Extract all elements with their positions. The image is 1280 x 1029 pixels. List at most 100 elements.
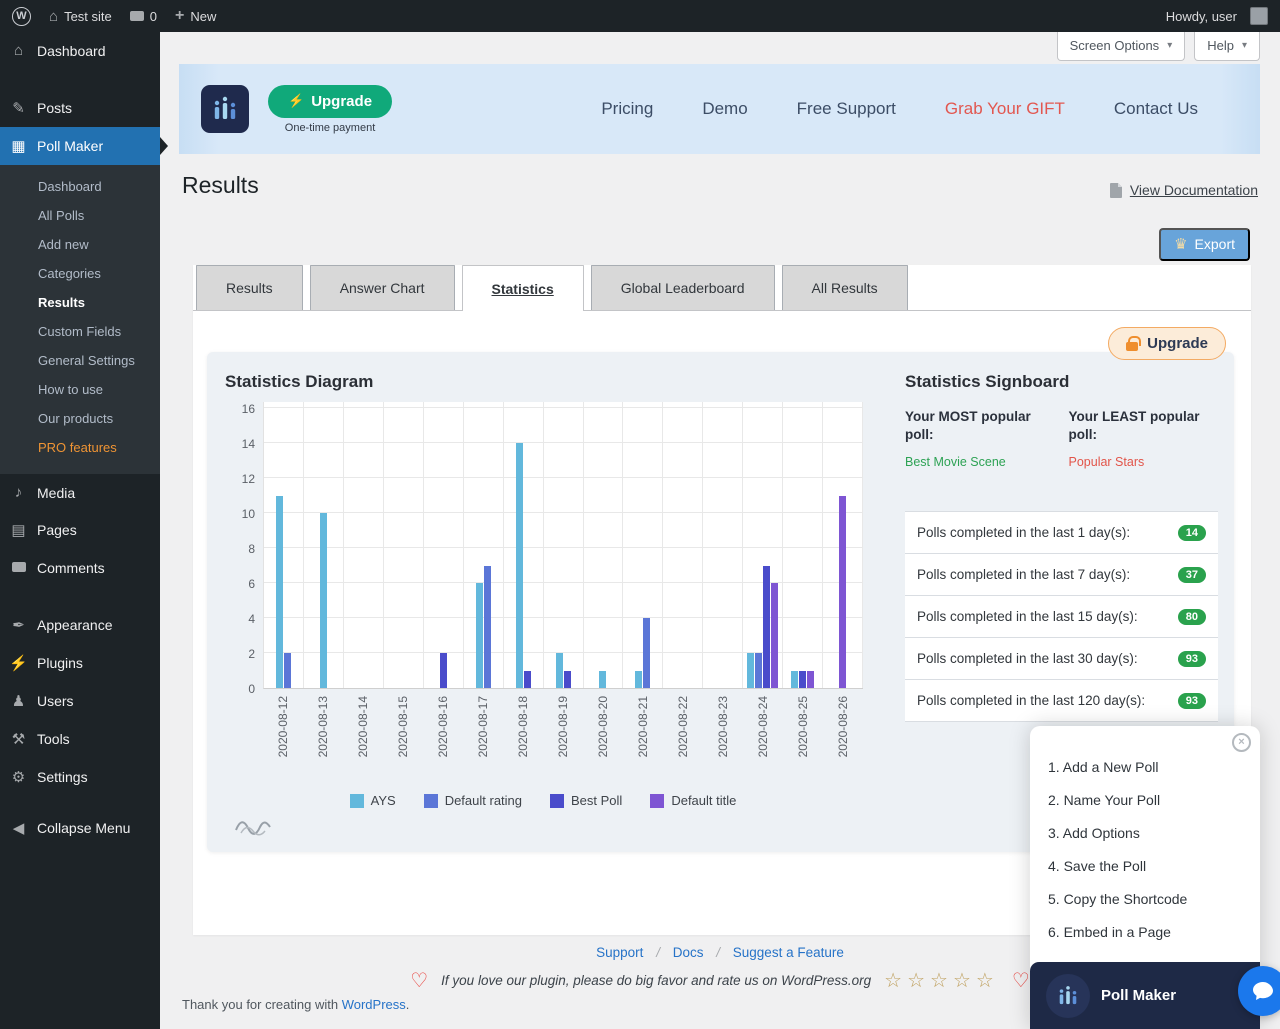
legend-item[interactable]: AYS bbox=[350, 793, 396, 808]
legend-item[interactable]: Default title bbox=[650, 793, 736, 808]
count-badge: 93 bbox=[1178, 693, 1206, 709]
submenu-item-how-to-use[interactable]: How to use bbox=[0, 375, 160, 404]
nav-link-grab-your-gift[interactable]: Grab Your GIFT bbox=[945, 99, 1065, 119]
least-popular-label: Your LEAST popular poll: bbox=[1069, 408, 1219, 443]
guide-step[interactable]: 1. Add a New Poll bbox=[1048, 751, 1260, 784]
sidebar-item-tools[interactable]: ⚒ Tools bbox=[0, 720, 160, 758]
submenu-item-all-polls[interactable]: All Polls bbox=[0, 201, 160, 230]
chart-bar bbox=[763, 566, 770, 689]
chart-bar bbox=[556, 653, 563, 688]
guide-step[interactable]: 5. Copy the Shortcode bbox=[1048, 883, 1260, 916]
chart-bar bbox=[643, 618, 650, 688]
chart-bar bbox=[599, 671, 606, 689]
users-icon: ♟ bbox=[9, 692, 28, 710]
sidebar-item-media[interactable]: ♪ Media bbox=[0, 474, 160, 511]
x-axis-label: 2020-08-16 bbox=[436, 696, 450, 757]
poll-maker-icon: ▦ bbox=[9, 137, 28, 155]
guide-step[interactable]: 2. Name Your Poll bbox=[1048, 784, 1260, 817]
submenu-item-results[interactable]: Results bbox=[0, 288, 160, 317]
sidebar-item-appearance[interactable]: ✒ Appearance bbox=[0, 606, 160, 644]
sidebar-item-posts[interactable]: ✎ Posts bbox=[0, 89, 160, 127]
wordpress-link[interactable]: WordPress bbox=[342, 997, 406, 1012]
sidebar-item-users[interactable]: ♟ Users bbox=[0, 682, 160, 720]
chart-slots bbox=[264, 402, 863, 688]
x-axis-label: 2020-08-25 bbox=[796, 696, 810, 757]
y-axis-label: 14 bbox=[242, 437, 255, 451]
nav-link-contact-us[interactable]: Contact Us bbox=[1114, 99, 1198, 119]
poll-maker-logo-icon bbox=[201, 85, 249, 133]
submenu-item-categories[interactable]: Categories bbox=[0, 259, 160, 288]
most-popular-label: Your MOST popular poll: bbox=[905, 408, 1055, 443]
nav-link-demo[interactable]: Demo bbox=[702, 99, 747, 119]
chart-bar bbox=[747, 653, 754, 688]
tab-statistics[interactable]: Statistics bbox=[462, 265, 584, 311]
x-axis-label: 2020-08-21 bbox=[636, 696, 650, 757]
sidebar-item-dashboard[interactable]: ⌂ Dashboard bbox=[0, 32, 160, 69]
submenu-item-dashboard[interactable]: Dashboard bbox=[0, 172, 160, 201]
submenu-item-our-products[interactable]: Our products bbox=[0, 404, 160, 433]
docs-link[interactable]: Docs bbox=[673, 945, 704, 960]
sidebar-item-poll-maker[interactable]: ▦ Poll Maker bbox=[0, 127, 160, 165]
suggest-feature-link[interactable]: Suggest a Feature bbox=[733, 945, 844, 960]
chart-category-slot bbox=[623, 402, 663, 688]
site-name-link[interactable]: ⌂ Test site bbox=[49, 8, 112, 25]
nav-link-free-support[interactable]: Free Support bbox=[797, 99, 896, 119]
legend-label: Default rating bbox=[445, 793, 522, 808]
guide-step[interactable]: 6. Embed in a Page bbox=[1048, 916, 1260, 949]
legend-swatch bbox=[650, 794, 664, 808]
x-axis-label: 2020-08-14 bbox=[356, 696, 370, 757]
tab-results[interactable]: Results bbox=[196, 265, 303, 310]
collapse-icon: ◀ bbox=[9, 819, 28, 837]
submenu-item-pro-features[interactable]: PRO features bbox=[0, 433, 160, 462]
sidebar-item-pages[interactable]: ▤ Pages bbox=[0, 511, 160, 549]
howdy-text: Howdy, user bbox=[1166, 9, 1237, 24]
results-tabs: Results Answer Chart Statistics Global L… bbox=[193, 265, 1251, 311]
view-documentation-link[interactable]: View Documentation bbox=[1110, 182, 1258, 198]
upgrade-pill-button[interactable]: Upgrade bbox=[1108, 327, 1226, 360]
guide-step[interactable]: 4. Save the Poll bbox=[1048, 850, 1260, 883]
screen-options-button[interactable]: Screen Options ▾ bbox=[1057, 32, 1186, 61]
polls-completed-table: Polls completed in the last 1 day(s): 14… bbox=[905, 511, 1218, 722]
collapse-menu-button[interactable]: ◀ Collapse Menu bbox=[0, 809, 160, 847]
legend-item[interactable]: Best Poll bbox=[550, 793, 622, 808]
close-icon[interactable]: × bbox=[1232, 733, 1251, 752]
lightning-icon: ⚡ bbox=[288, 93, 304, 109]
x-axis-label: 2020-08-13 bbox=[316, 696, 330, 757]
account-menu[interactable]: Howdy, user bbox=[1166, 7, 1268, 25]
wordpress-logo-icon[interactable]: W bbox=[12, 7, 31, 26]
upgrade-button[interactable]: ⚡ Upgrade bbox=[268, 85, 392, 118]
legend-swatch bbox=[424, 794, 438, 808]
export-button[interactable]: ♛ Export bbox=[1159, 228, 1250, 261]
tab-global-leaderboard[interactable]: Global Leaderboard bbox=[591, 265, 775, 310]
comments-admin-link[interactable]: 0 bbox=[130, 9, 157, 24]
y-axis-label: 2 bbox=[248, 647, 255, 661]
nav-link-pricing[interactable]: Pricing bbox=[601, 99, 653, 119]
new-content-link[interactable]: + New bbox=[175, 8, 216, 24]
statistics-chart: 0246810121416 2020-08-122020-08-132020-0… bbox=[223, 402, 891, 808]
rating-stars[interactable]: ☆☆☆☆☆ bbox=[884, 968, 999, 993]
admin-bar-left: W ⌂ Test site 0 + New bbox=[12, 7, 216, 26]
support-link[interactable]: Support bbox=[596, 945, 643, 960]
chart-category-slot bbox=[703, 402, 743, 688]
chat-widget-button[interactable] bbox=[1238, 966, 1280, 1016]
submenu-item-add-new[interactable]: Add new bbox=[0, 230, 160, 259]
sidebar-item-plugins[interactable]: ⚡ Plugins bbox=[0, 644, 160, 682]
chart-bar bbox=[564, 671, 571, 689]
crown-icon: ♛ bbox=[1174, 235, 1187, 253]
comment-bubble-icon bbox=[9, 559, 28, 576]
chart-bar bbox=[791, 671, 798, 689]
sidebar-item-settings[interactable]: ⚙ Settings bbox=[0, 758, 160, 796]
sidebar-item-comments[interactable]: Comments bbox=[0, 549, 160, 586]
tab-answer-chart[interactable]: Answer Chart bbox=[310, 265, 455, 310]
help-button[interactable]: Help ▾ bbox=[1194, 32, 1260, 61]
legend-label: Default title bbox=[671, 793, 736, 808]
legend-swatch bbox=[550, 794, 564, 808]
legend-item[interactable]: Default rating bbox=[424, 793, 522, 808]
x-axis-label: 2020-08-18 bbox=[516, 696, 530, 757]
tab-all-results[interactable]: All Results bbox=[782, 265, 908, 310]
x-axis-label: 2020-08-26 bbox=[836, 696, 850, 757]
guide-step[interactable]: 3. Add Options bbox=[1048, 817, 1260, 850]
chart-bar bbox=[771, 583, 778, 688]
submenu-item-custom-fields[interactable]: Custom Fields bbox=[0, 317, 160, 346]
submenu-item-general-settings[interactable]: General Settings bbox=[0, 346, 160, 375]
